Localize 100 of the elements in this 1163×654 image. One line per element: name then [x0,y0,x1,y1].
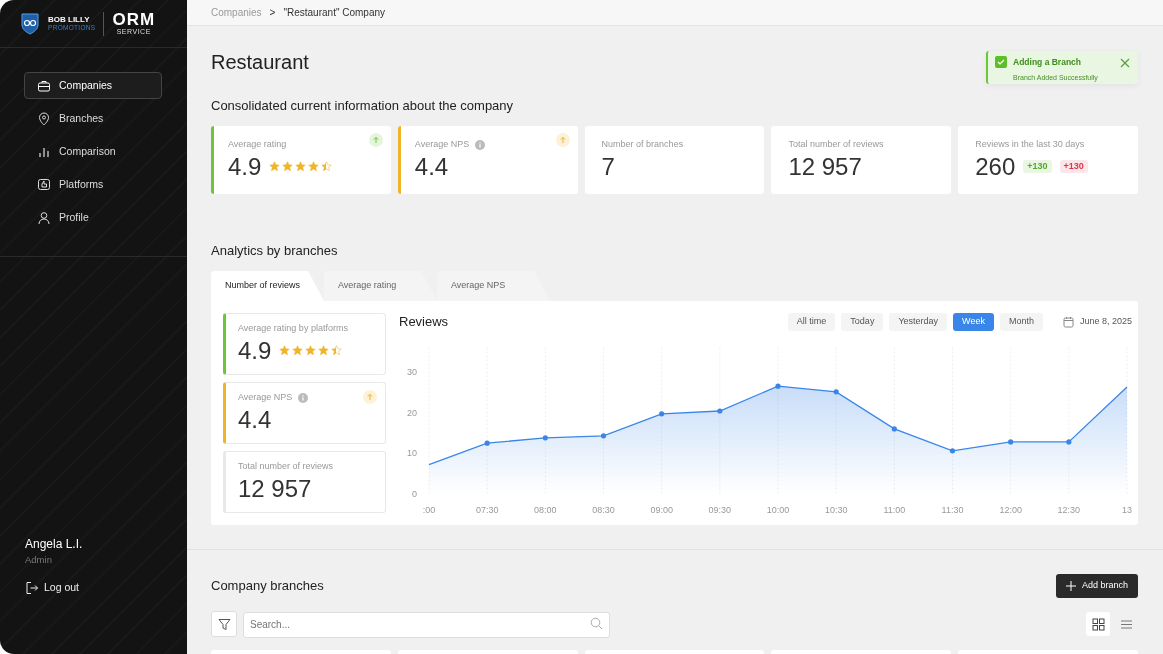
star-icon [331,345,343,356]
search-field[interactable]: Search... [243,611,610,638]
data-point [891,426,897,432]
axis-tick-label: 12:30 [1057,505,1081,515]
stat-label: Reviews in the last 30 days [975,138,1085,151]
user-name: Angela L.I. [25,536,84,553]
axis-tick-label: 20 [407,407,417,418]
period-button[interactable]: Today [841,313,884,331]
star-icon [305,345,317,356]
page-title: Restaurant [211,50,309,74]
breadcrumb-separator: > [269,6,276,20]
data-point [1066,439,1072,445]
breadcrumb-item: "Restaurant" Company [283,6,386,20]
period-button[interactable]: Month [999,313,1043,331]
data-point [484,440,490,446]
axis-tick-label: 12:00 [999,505,1022,515]
sidebar-item[interactable]: Platforms [24,171,162,198]
change-tag: +130 [1059,160,1088,173]
axis-tick-label: 10:30 [824,505,848,515]
stat-label: Average NPS [414,138,470,151]
data-point [833,389,839,395]
grid-view-icon [1091,617,1105,631]
stat-label: Total number of reviews [788,138,884,151]
star-icon [308,161,320,172]
data-point [949,448,956,454]
location-pin-icon [37,111,51,126]
shield-logo-icon [20,12,40,35]
tab[interactable]: Number of reviews [211,271,324,301]
axis-tick-label: 09:00 [650,505,673,515]
logout-link[interactable]: Log out [25,580,162,596]
star-icon [282,161,294,172]
axis-tick-label: 13 [1122,505,1132,515]
data-point [542,435,548,441]
product-name: ORM [112,11,156,29]
period-button[interactable]: All time [787,313,836,331]
stat-value: 12 957 [238,473,312,504]
sidebar-item[interactable]: Comparison [24,138,162,165]
person-icon [37,210,51,225]
stat-label: Average rating by platforms [238,322,348,335]
axis-tick-label: 10:00 [766,505,790,515]
star-icon [269,161,281,172]
stat-value: 4.4 [414,151,449,182]
data-point [1008,439,1014,445]
stat-value: 4.9 [238,335,272,366]
chart-title: Reviews [399,314,449,330]
data-point [775,383,781,389]
sidebar-item[interactable]: Companies [24,72,162,99]
thumbs-up-icon [37,177,51,192]
axis-tick-label: 08:00 [534,505,557,515]
stat-value: 7 [601,151,615,182]
add-branch-button[interactable]: Add branch [1055,574,1138,598]
stat-label: Average NPS [238,391,293,404]
axis-tick-label: 11:30 [941,505,964,515]
axis-tick-label: 11:00 [883,505,906,515]
change-tag: +130 [1023,160,1052,173]
section-heading: Consolidated current information about the company [211,98,515,114]
filter-icon [217,617,231,631]
stat-label: Total number of reviews [238,460,334,473]
axis-tick-label: 09:30 [708,505,732,515]
filter-button[interactable] [211,611,237,637]
section-heading: Analytics by branches [211,243,339,259]
axis-tick-label: 0 [412,489,417,499]
logout-icon [25,581,39,596]
star-icon [321,161,333,172]
star-icon [295,161,307,172]
stat-value: 12 957 [788,151,862,182]
period-button[interactable]: Yesterday [889,313,948,331]
stat-label: Average rating [228,138,287,151]
stat-value: 260 [975,151,1016,182]
axis-tick-label: 08:30 [592,505,615,515]
view-toggle-button[interactable] [1086,612,1110,636]
tab[interactable]: Average rating [324,271,437,301]
sidebar-item[interactable]: Profile [24,204,162,231]
brand-name: BOB LILLY [48,15,91,24]
data-point [717,408,723,414]
axis-tick-label: 07:30 [475,505,499,515]
list-view-icon [1119,617,1133,631]
stat-value: 4.4 [238,404,272,435]
toast-title: Adding a Branch [1013,56,1082,69]
plus-icon [1065,581,1076,591]
star-icon [279,345,291,356]
sidebar-item[interactable]: Branches [24,105,162,132]
briefcase-icon [37,78,51,93]
axis-tick-label: 10 [407,448,417,459]
date-label: June 8, 2025 [1079,315,1132,329]
section-heading: Company branches [211,578,324,594]
calendar-icon [1062,316,1074,328]
close-icon [1119,57,1131,69]
star-icon [292,345,304,356]
check-icon [995,56,1007,68]
close-button[interactable] [1119,57,1131,69]
period-button[interactable]: Week [953,313,994,331]
axis-tick-label: :00 [422,505,436,515]
data-point [659,411,665,417]
tab[interactable]: Average NPS [437,271,550,301]
stat-label: Number of branches [601,138,684,151]
star-icon [318,345,330,356]
user-role: Admin [25,553,53,567]
search-icon [590,617,603,630]
data-point [600,433,607,439]
